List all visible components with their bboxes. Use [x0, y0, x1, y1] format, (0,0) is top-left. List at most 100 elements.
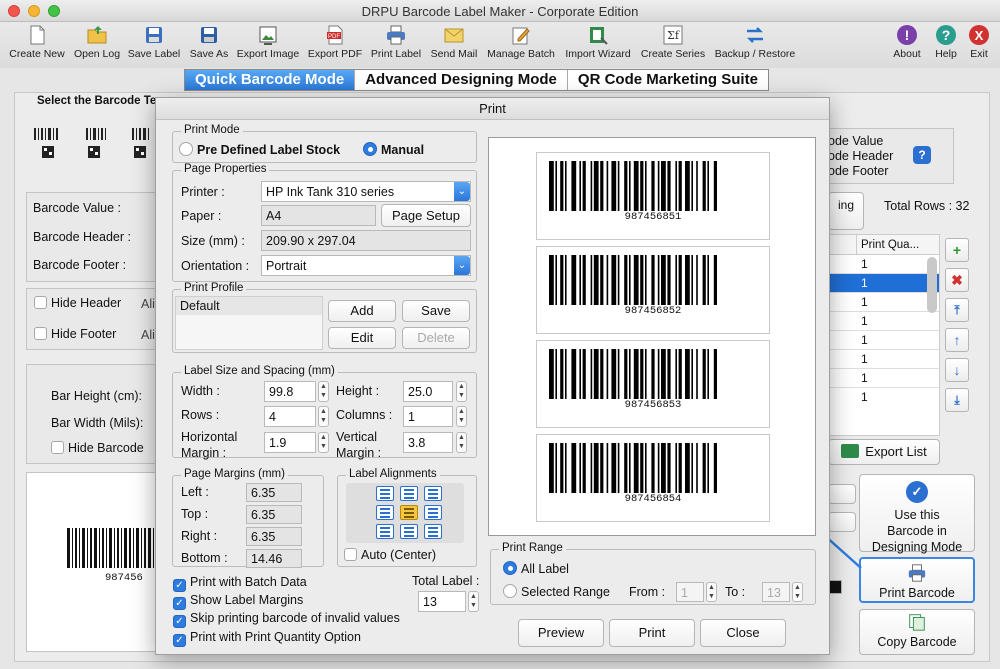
- move-down-icon[interactable]: ↓: [945, 358, 969, 382]
- barcode-bar: [678, 443, 682, 493]
- save-label-button[interactable]: Save Label: [126, 24, 182, 60]
- skip-invalid-checkbox[interactable]: ✓ Skip printing barcode of invalid values: [173, 611, 400, 628]
- hmargin-input[interactable]: 1.9: [264, 432, 316, 453]
- total-label-input[interactable]: 13: [418, 591, 466, 612]
- align-button-middle-center[interactable]: [400, 505, 418, 520]
- profile-edit-button[interactable]: Edit: [328, 327, 396, 349]
- auto-center-checkbox[interactable]: Auto (Center): [344, 548, 436, 562]
- to-input[interactable]: 13: [762, 582, 790, 602]
- table-row[interactable]: 1: [829, 255, 939, 274]
- move-bottom-icon[interactable]: ⤓: [945, 388, 969, 412]
- export-list-button[interactable]: Export List: [828, 439, 940, 465]
- tab-qr-code-marketing-suite[interactable]: QR Code Marketing Suite: [568, 70, 768, 90]
- table-row[interactable]: 1: [829, 388, 939, 407]
- tab-quick-barcode-mode[interactable]: Quick Barcode Mode: [185, 70, 356, 90]
- manual-radio[interactable]: Manual: [363, 142, 424, 157]
- to-stepper[interactable]: ▲ ▼: [792, 582, 803, 602]
- hmargin-stepper[interactable]: ▲ ▼: [318, 432, 329, 453]
- vmargin-input[interactable]: 3.8: [403, 432, 453, 453]
- align-button-middle-right[interactable]: [424, 505, 442, 520]
- add-row-icon[interactable]: +: [945, 238, 969, 262]
- align-button-top-right[interactable]: [424, 486, 442, 501]
- align-button-middle-left[interactable]: [376, 505, 394, 520]
- height-stepper[interactable]: ▲ ▼: [456, 381, 467, 402]
- hide-header-checkbox[interactable]: Hide Header: [34, 296, 121, 310]
- table-row[interactable]: 1: [829, 312, 939, 331]
- save-as-button[interactable]: Save As: [186, 24, 232, 60]
- export-image-button[interactable]: Export Image: [234, 24, 302, 60]
- align-button-top-left[interactable]: [376, 486, 394, 501]
- rows-input[interactable]: 4: [264, 406, 316, 427]
- table-row[interactable]: 1: [829, 331, 939, 350]
- predefined-stock-radio[interactable]: Pre Defined Label Stock: [179, 142, 340, 157]
- exit-button[interactable]: X Exit: [964, 24, 994, 60]
- show-label-margins-checkbox[interactable]: ✓ Show Label Margins: [173, 593, 303, 610]
- profile-save-button[interactable]: Save: [402, 300, 470, 322]
- columns-stepper[interactable]: ▲ ▼: [456, 406, 467, 427]
- table-row-selected[interactable]: 1: [829, 274, 939, 293]
- create-series-button[interactable]: Σf Create Series: [638, 24, 708, 60]
- total-label-stepper[interactable]: ▲ ▼: [468, 591, 479, 612]
- barcode-bar: [579, 255, 581, 305]
- profile-delete-button[interactable]: Delete: [402, 327, 470, 349]
- print-button[interactable]: Print: [609, 619, 695, 647]
- print-quantity-checkbox[interactable]: ✓ Print with Print Quantity Option: [173, 630, 361, 647]
- barcode-type-thumbs[interactable]: [32, 124, 157, 164]
- backup-restore-button[interactable]: Backup / Restore: [712, 24, 798, 60]
- open-log-button[interactable]: Open Log: [70, 24, 124, 60]
- vmargin-stepper[interactable]: ▲ ▼: [456, 432, 467, 453]
- columns-input[interactable]: 1: [403, 406, 453, 427]
- color-swatch[interactable]: [828, 580, 842, 594]
- create-new-button[interactable]: Create New: [6, 24, 68, 60]
- from-stepper[interactable]: ▲ ▼: [706, 582, 717, 602]
- width-stepper[interactable]: ▲ ▼: [318, 381, 329, 402]
- hide-barcode-checkbox[interactable]: Hide Barcode: [51, 441, 144, 455]
- all-label-radio[interactable]: All Label: [503, 561, 569, 576]
- height-input[interactable]: 25.0: [403, 381, 453, 402]
- print-batch-data-checkbox[interactable]: ✓ Print with Batch Data: [173, 575, 307, 592]
- selected-range-radio[interactable]: Selected Range: [503, 584, 610, 599]
- margin-bottom-label: Bottom :: [181, 551, 228, 565]
- orientation-select[interactable]: Portrait ⌄: [261, 255, 471, 276]
- align-button-bottom-center[interactable]: [400, 524, 418, 539]
- barcode-bar: [629, 349, 631, 399]
- barcode-bar: [571, 443, 577, 493]
- options-help-icon[interactable]: ?: [913, 146, 931, 164]
- align-button-bottom-right[interactable]: [424, 524, 442, 539]
- close-button[interactable]: Close: [700, 619, 786, 647]
- printer-icon: [387, 25, 405, 45]
- copy-barcode-button[interactable]: Copy Barcode: [859, 609, 975, 655]
- move-top-icon[interactable]: ⤒: [945, 298, 969, 322]
- use-in-designing-mode-button[interactable]: ✓ Use this Barcode in Designing Mode: [859, 474, 975, 554]
- delete-row-icon[interactable]: ✖: [945, 268, 969, 292]
- manage-batch-button[interactable]: Manage Batch: [484, 24, 558, 60]
- barcode-bar: [611, 161, 617, 211]
- print-barcode-button[interactable]: Print Barcode: [859, 557, 975, 603]
- align-button-bottom-left[interactable]: [376, 524, 394, 539]
- import-wizard-button[interactable]: Import Wizard: [562, 24, 634, 60]
- table-col-print-qty[interactable]: Print Qua...: [857, 235, 919, 254]
- table-row[interactable]: 1: [829, 293, 939, 312]
- export-pdf-button[interactable]: PDF Export PDF: [306, 24, 364, 60]
- from-input[interactable]: 1: [676, 582, 704, 602]
- hide-footer-checkbox[interactable]: Hide Footer: [34, 327, 116, 341]
- move-up-icon[interactable]: ↑: [945, 328, 969, 352]
- table-scrollbar[interactable]: [927, 257, 937, 313]
- tab-advanced-designing-mode[interactable]: Advanced Designing Mode: [355, 70, 568, 90]
- table-row[interactable]: 1: [829, 369, 939, 388]
- table-row[interactable]: 1: [829, 350, 939, 369]
- width-input[interactable]: 99.8: [264, 381, 316, 402]
- profile-add-button[interactable]: Add: [328, 300, 396, 322]
- printer-select[interactable]: HP Ink Tank 310 series ⌄: [261, 181, 471, 202]
- tab-fragment[interactable]: ing: [828, 192, 864, 230]
- help-button[interactable]: ? Help: [930, 24, 962, 60]
- preview-button[interactable]: Preview: [518, 619, 604, 647]
- align-button-top-center[interactable]: [400, 486, 418, 501]
- misc-button-1[interactable]: [828, 484, 856, 504]
- print-label-button[interactable]: Print Label: [368, 24, 424, 60]
- about-button[interactable]: ! About: [888, 24, 926, 60]
- send-mail-button[interactable]: Send Mail: [428, 24, 480, 60]
- profile-item-default[interactable]: Default: [176, 297, 322, 315]
- rows-stepper[interactable]: ▲ ▼: [318, 406, 329, 427]
- page-setup-button[interactable]: Page Setup: [381, 204, 471, 227]
